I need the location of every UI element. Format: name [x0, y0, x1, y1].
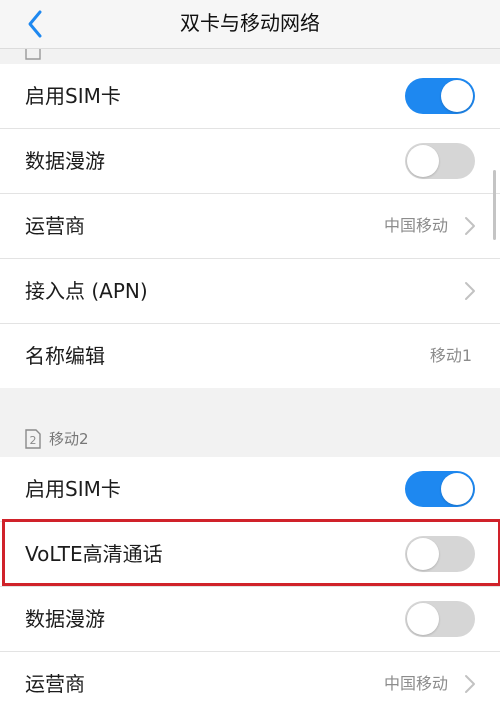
- sim1-apn-row[interactable]: 接入点 (APN): [0, 259, 500, 324]
- sim2-section-label: 移动2: [49, 430, 89, 448]
- sim2-settings-card: 启用SIM卡 VoLTE高清通话 数据漫游 运营商 中国移动: [0, 457, 500, 716]
- chevron-right-icon: [465, 282, 475, 300]
- sim2-roaming-row: 数据漫游: [0, 587, 500, 652]
- sim1-carrier-value: 中国移动: [383, 216, 448, 235]
- sim2-volte-toggle[interactable]: [405, 536, 475, 572]
- chevron-right-icon: [465, 675, 475, 693]
- sim2-carrier-value: 中国移动: [383, 674, 448, 693]
- sim1-enable-label: 启用SIM卡: [25, 84, 121, 108]
- sim1-enable-toggle[interactable]: [405, 78, 475, 114]
- nav-bar: 双卡与移动网络: [0, 0, 500, 49]
- sim1-enable-row: 启用SIM卡: [0, 64, 500, 129]
- sim2-enable-label: 启用SIM卡: [25, 477, 121, 501]
- sim1-carrier-row[interactable]: 运营商 中国移动: [0, 194, 500, 259]
- toggle-knob: [407, 603, 439, 635]
- page-title: 双卡与移动网络: [180, 11, 320, 35]
- sim1-roaming-label: 数据漫游: [25, 149, 105, 173]
- sim1-name-label: 名称编辑: [25, 344, 105, 368]
- sim1-carrier-label: 运营商: [25, 214, 85, 238]
- sim1-roaming-toggle[interactable]: [405, 143, 475, 179]
- sim2-volte-row: VoLTE高清通话: [0, 522, 500, 587]
- toggle-knob: [441, 80, 473, 112]
- sim2-enable-row: 启用SIM卡: [0, 457, 500, 522]
- sim1-name-row[interactable]: 名称编辑 移动1: [0, 324, 500, 388]
- sim2-volte-label: VoLTE高清通话: [25, 542, 163, 566]
- sim2-roaming-toggle[interactable]: [405, 601, 475, 637]
- svg-text:2: 2: [30, 434, 37, 447]
- toggle-knob: [407, 145, 439, 177]
- sim2-roaming-label: 数据漫游: [25, 607, 105, 631]
- sim2-carrier-label: 运营商: [25, 672, 85, 696]
- sim1-apn-label: 接入点 (APN): [25, 279, 148, 303]
- sim1-name-value: 移动1: [429, 346, 472, 365]
- sim1-roaming-row: 数据漫游: [0, 129, 500, 194]
- sim1-settings-card: 启用SIM卡 数据漫游 运营商 中国移动 接入点 (APN) 名称编辑 移动1: [0, 64, 500, 388]
- sim-card-2-icon: 2: [25, 429, 41, 449]
- toggle-knob: [441, 473, 473, 505]
- chevron-right-icon: [465, 217, 475, 235]
- sim2-carrier-row[interactable]: 运营商 中国移动: [0, 652, 500, 716]
- toggle-knob: [407, 538, 439, 570]
- sim2-enable-toggle[interactable]: [405, 471, 475, 507]
- scrollbar[interactable]: [493, 170, 496, 240]
